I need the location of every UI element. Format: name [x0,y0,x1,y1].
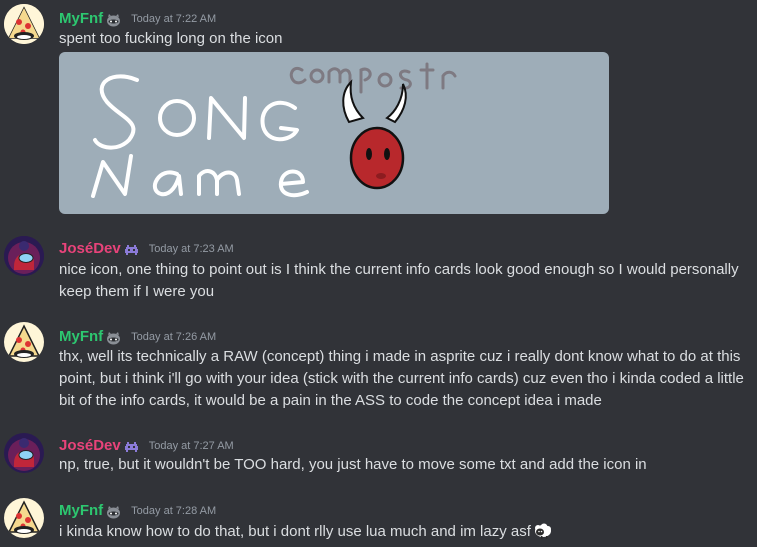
username[interactable]: MyFnf [59,328,103,345]
song-icon-drawing [91,62,457,198]
among-us-avatar-icon [4,433,44,473]
timestamp: Today at 7:26 AM [131,330,217,343]
image-attachment[interactable] [59,52,609,214]
username[interactable]: MyFnf [59,10,103,27]
timestamp: Today at 7:23 AM [148,242,234,255]
message-4: JoséDev Today at 7:27 AM np, true, but it… [0,425,757,485]
pizza-avatar-icon [4,4,44,44]
space-invader-icon [124,439,139,452]
message-text: nice icon, one thing to point out is I t… [59,261,739,300]
pizza-avatar-icon [4,322,44,362]
timestamp: Today at 7:22 AM [131,12,217,25]
message-5: MyFnf Today at 7:28 AM i kinda know how t… [0,490,757,547]
raccoon-icon [106,330,121,345]
message-header: MyFnf Today at 7:28 AM [59,500,217,519]
message-text: thx, well its technically a RAW (concept… [59,348,744,409]
message-header: MyFnf Today at 7:22 AM [59,8,217,27]
message-3: MyFnf Today at 7:26 AM thx, well its tech… [0,318,757,423]
message-header: JoséDev Today at 7:23 AM [59,238,234,257]
avatar[interactable] [4,433,44,473]
message-2: JoséDev Today at 7:23 AM nice icon, one t… [0,230,757,310]
pizza-avatar-icon [4,498,44,538]
avatar[interactable] [4,322,44,362]
message-1: MyFnf Today at 7:22 AM spent too fucking … [0,0,757,230]
message-header: JoséDev Today at 7:27 AM [59,435,234,454]
username[interactable]: JoséDev [59,437,121,454]
timestamp: Today at 7:28 AM [131,504,217,517]
avatar[interactable] [4,498,44,538]
message-text: spent too fucking long on the icon [59,30,283,47]
message-header: MyFnf Today at 7:26 AM [59,326,217,345]
among-us-avatar-icon [4,236,44,276]
timestamp: Today at 7:27 AM [148,439,234,452]
space-invader-icon [124,242,139,255]
sheep-emoji[interactable] [533,520,553,540]
avatar[interactable] [4,4,44,44]
raccoon-icon [106,504,121,519]
raccoon-icon [106,12,121,27]
avatar[interactable] [4,236,44,276]
username[interactable]: MyFnf [59,502,103,519]
username[interactable]: JoséDev [59,240,121,257]
message-text: np, true, but it wouldn't be TOO hard, y… [59,456,647,473]
message-text-content: i kinda know how to do that, but i dont … [59,523,531,540]
message-text: i kinda know how to do that, but i dont … [59,520,749,543]
